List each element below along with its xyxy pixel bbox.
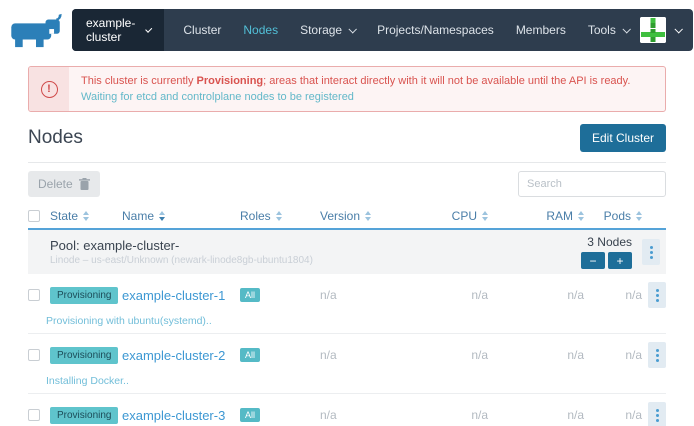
alert-message: This cluster is currently Provisioning; … [81, 75, 630, 87]
pool-controls: 3 Nodes − + [581, 235, 660, 269]
nodes-table: State Name Roles Version CPU RAM Pods [28, 203, 666, 426]
nav-items: Cluster Nodes Storage Projects/Namespace… [172, 9, 639, 51]
page-title: Nodes [28, 127, 83, 149]
pool-subtitle: Linode – us-east/Unknown (newark-linode8… [50, 255, 313, 266]
pods-cell: n/a [584, 288, 642, 302]
column-header-cpu[interactable]: CPU [426, 209, 488, 223]
row-checkbox[interactable] [28, 289, 40, 301]
status-badge: Provisioning [50, 347, 118, 364]
minus-icon: − [589, 255, 596, 267]
nav-item-projects-namespaces[interactable]: Projects/Namespaces [366, 9, 505, 51]
alert-icon-box: ! [29, 67, 69, 111]
ram-cell: n/a [488, 348, 584, 362]
sort-icon [159, 211, 165, 221]
sort-icon [365, 211, 371, 221]
nav-item-tools[interactable]: Tools [577, 9, 640, 51]
cpu-cell: n/a [426, 348, 488, 362]
table-row: Provisioning example-cluster-2 All n/a n… [28, 334, 666, 394]
cpu-cell: n/a [426, 408, 488, 422]
pool-title: Pool: example-cluster- [50, 238, 313, 253]
cluster-selector-label: example-cluster [86, 16, 137, 44]
column-header-state[interactable]: State [50, 209, 122, 223]
ram-cell: n/a [488, 288, 584, 302]
column-header-roles[interactable]: Roles [240, 209, 320, 223]
chevron-down-icon [349, 25, 357, 33]
chevron-down-icon [622, 25, 630, 33]
user-menu[interactable] [640, 17, 693, 43]
chevron-down-icon [674, 25, 682, 33]
top-bar: example-cluster Cluster Nodes Storage Pr… [0, 0, 694, 60]
provisioning-alert-banner: ! This cluster is currently Provisioning… [28, 66, 666, 112]
column-header-pods[interactable]: Pods [584, 209, 642, 223]
column-header-version[interactable]: Version [320, 209, 426, 223]
cluster-selector[interactable]: example-cluster [72, 9, 164, 51]
node-pool-row: Pool: example-cluster- Linode – us-east/… [28, 230, 666, 274]
kebab-dot [656, 409, 659, 412]
column-header-name[interactable]: Name [122, 209, 240, 223]
kebab-dot [650, 246, 653, 249]
nav-item-members[interactable]: Members [505, 9, 577, 51]
role-badge: All [240, 288, 260, 302]
pool-kebab-menu[interactable] [642, 239, 660, 265]
delete-button[interactable]: Delete [28, 171, 100, 197]
ram-cell: n/a [488, 408, 584, 422]
plus-icon: + [616, 255, 623, 267]
trash-icon [79, 178, 90, 190]
row-kebab-menu[interactable] [648, 402, 666, 426]
chevron-down-icon [146, 26, 153, 33]
row-kebab-menu[interactable] [648, 342, 666, 368]
sort-icon [276, 211, 282, 221]
sort-icon [636, 211, 642, 221]
row-checkbox[interactable] [28, 409, 40, 421]
version-cell: n/a [320, 348, 426, 362]
version-cell: n/a [320, 288, 426, 302]
role-badge: All [240, 408, 260, 422]
alert-body: This cluster is currently Provisioning; … [69, 67, 642, 111]
cpu-cell: n/a [426, 288, 488, 302]
role-badge: All [240, 348, 260, 362]
page-header: Nodes Edit Cluster [0, 112, 694, 152]
pool-node-count: 3 Nodes [587, 235, 632, 249]
table-toolbar: Delete [0, 163, 694, 197]
main-navbar: example-cluster Cluster Nodes Storage Pr… [72, 9, 693, 51]
column-header-ram[interactable]: RAM [488, 209, 584, 223]
status-badge: Provisioning [50, 287, 118, 304]
table-row: Provisioning example-cluster-3 All n/a n… [28, 394, 666, 426]
row-kebab-menu[interactable] [648, 282, 666, 308]
select-all-checkbox[interactable] [28, 210, 40, 222]
table-header-row: State Name Roles Version CPU RAM Pods [28, 203, 666, 230]
node-name-link[interactable]: example-cluster-1 [122, 288, 225, 303]
kebab-dot [656, 349, 659, 352]
sort-icon [83, 211, 89, 221]
kebab-dot [656, 289, 659, 292]
pool-info: Pool: example-cluster- Linode – us-east/… [34, 238, 313, 266]
pods-cell: n/a [584, 408, 642, 422]
edit-cluster-button[interactable]: Edit Cluster [580, 124, 666, 152]
nav-item-storage[interactable]: Storage [289, 9, 366, 51]
alert-icon: ! [41, 81, 58, 98]
node-name-link[interactable]: example-cluster-2 [122, 348, 225, 363]
row-checkbox[interactable] [28, 349, 40, 361]
table-row: Provisioning example-cluster-1 All n/a n… [28, 274, 666, 334]
node-status-message: Installing Docker.. [28, 368, 666, 387]
version-cell: n/a [320, 408, 426, 422]
nav-item-nodes[interactable]: Nodes [232, 9, 289, 51]
status-badge: Provisioning [50, 407, 118, 424]
node-name-link[interactable]: example-cluster-3 [122, 408, 225, 423]
pods-cell: n/a [584, 348, 642, 362]
alert-submessage: Waiting for etcd and controlplane nodes … [81, 91, 630, 103]
scale-down-button[interactable]: − [581, 252, 605, 269]
rancher-logo [6, 10, 66, 50]
nav-item-cluster[interactable]: Cluster [172, 9, 232, 51]
user-avatar [640, 17, 666, 43]
search-input[interactable] [518, 171, 666, 197]
scale-up-button[interactable]: + [608, 252, 632, 269]
node-status-message: Provisioning with ubuntu(systemd).. [28, 308, 666, 327]
